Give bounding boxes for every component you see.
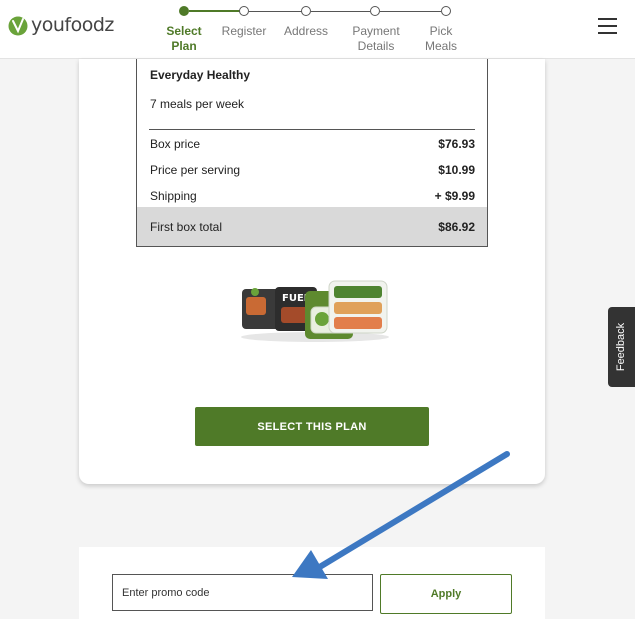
- checkout-progress-steps: Select Plan Register Address Payment Det…: [150, 4, 480, 56]
- step-label-line: Address: [283, 24, 329, 38]
- step-connector: [189, 10, 243, 12]
- row-label: Shipping: [150, 189, 197, 203]
- plan-card: Everyday Healthy 7 meals per week Box pr…: [79, 59, 545, 484]
- top-header: youfoodz Select Plan Register Address Pa…: [0, 0, 635, 59]
- promo-code-section: Apply: [79, 547, 545, 619]
- feedback-label: Feedback: [615, 322, 628, 372]
- total-value: $86.92: [438, 220, 475, 234]
- feedback-tab[interactable]: Feedback: [608, 307, 635, 387]
- apply-promo-button[interactable]: Apply: [380, 574, 512, 614]
- meal-boxes-image: FUEL: [241, 280, 389, 342]
- step-label-line: Meals: [424, 39, 457, 53]
- step-connector: [311, 11, 370, 12]
- promo-code-input[interactable]: [112, 574, 373, 611]
- youfoodz-logo[interactable]: youfoodz: [8, 14, 114, 36]
- step-pick-meals[interactable]: Pick Meals: [401, 24, 481, 54]
- box-price-row: Box price $76.93: [150, 137, 475, 151]
- step-dot-register: [239, 6, 249, 16]
- step-label-line: Plan: [171, 39, 197, 53]
- plan-summary-box: Everyday Healthy 7 meals per week Box pr…: [136, 59, 488, 247]
- total-label: First box total: [150, 220, 223, 234]
- price-per-serving-row: Price per serving $10.99: [150, 163, 475, 177]
- step-address[interactable]: Address: [266, 24, 346, 39]
- shipping-row: Shipping + $9.99: [150, 189, 475, 203]
- step-dot-pick-meals: [441, 6, 451, 16]
- row-label: Price per serving: [150, 163, 241, 177]
- row-value: $76.93: [438, 137, 475, 151]
- leaf-logo-icon: [8, 16, 28, 36]
- step-dot-payment-details: [370, 6, 380, 16]
- step-dot-address: [301, 6, 311, 16]
- row-label: Box price: [150, 137, 201, 151]
- step-label-line: Pick: [429, 24, 453, 38]
- row-value: + $9.99: [434, 189, 475, 203]
- plan-name: Everyday Healthy: [150, 68, 251, 82]
- plan-meals-per-week: 7 meals per week: [150, 97, 245, 111]
- hamburger-menu-icon[interactable]: [598, 18, 617, 34]
- summary-divider: [149, 129, 475, 130]
- logo-text: youfoodz: [31, 14, 114, 36]
- step-dot-select-plan: [179, 6, 189, 16]
- first-box-total: First box total $86.92: [137, 207, 487, 246]
- step-connector: [249, 11, 303, 12]
- row-value: $10.99: [438, 163, 475, 177]
- step-connector: [380, 11, 441, 12]
- select-this-plan-button[interactable]: SELECT THIS PLAN: [195, 407, 429, 446]
